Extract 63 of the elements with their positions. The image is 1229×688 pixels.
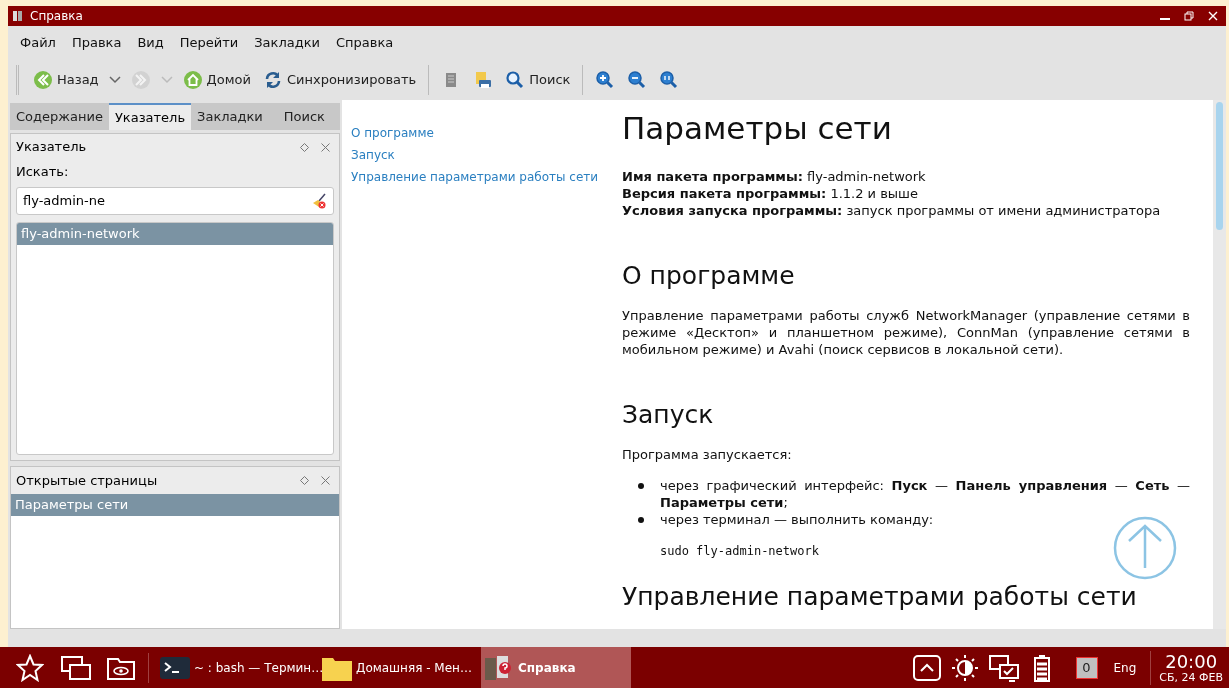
taskbar-window-button[interactable]: Справка <box>481 647 631 688</box>
clock-time[interactable]: 20:00 <box>1165 652 1218 671</box>
clear-icon[interactable] <box>311 192 327 209</box>
back-icon <box>33 70 53 90</box>
tab[interactable]: Закладки <box>191 103 269 130</box>
tab[interactable]: Указатель <box>108 103 192 130</box>
star-icon[interactable] <box>16 653 44 682</box>
scrollbar-thumb[interactable] <box>1216 102 1223 230</box>
zoom-out-icon <box>627 70 648 90</box>
chevron-up-icon[interactable] <box>911 653 942 682</box>
search-icon <box>505 70 526 90</box>
network-icon[interactable] <box>987 653 1020 682</box>
home-button[interactable]: Домой <box>178 65 255 95</box>
menu-item[interactable]: Справка <box>328 33 402 53</box>
code-line: sudo fly-admin-network <box>660 543 820 560</box>
paragraph: Программа запускается: <box>622 446 793 463</box>
window-title: Справка <box>30 8 83 25</box>
page-heading: Параметры сети <box>622 109 893 148</box>
home-icon <box>182 70 203 90</box>
tab[interactable]: Поиск <box>268 103 340 130</box>
menu-item[interactable]: Закладки <box>246 33 328 53</box>
float-icon[interactable] <box>300 142 309 152</box>
maximize-icon[interactable] <box>1184 11 1194 21</box>
toc-link[interactable]: О программе <box>351 124 434 142</box>
section-heading: Запуск <box>622 399 715 431</box>
tab[interactable]: Содержание <box>10 103 109 130</box>
clock-date[interactable]: СБ, 24 ФЕВ <box>1159 671 1223 683</box>
forward-icon <box>130 70 151 90</box>
panel-title: Указатель <box>16 138 87 157</box>
search-button[interactable]: Поиск <box>501 65 575 95</box>
zoom-reset-icon <box>659 70 680 90</box>
toc-link[interactable]: Управление параметрами работы сети <box>351 168 599 186</box>
section-heading: О программе <box>622 260 796 292</box>
brightness-icon[interactable] <box>949 653 980 682</box>
book-icon <box>12 10 24 22</box>
keyboard-layout[interactable]: Eng <box>1113 658 1137 677</box>
menu-item[interactable]: Правка <box>63 33 130 53</box>
menu-item[interactable]: Вид <box>129 33 172 53</box>
dropdown-caret-icon[interactable] <box>106 76 123 84</box>
printer-icon <box>473 70 494 90</box>
battery-icon[interactable] <box>1031 653 1052 682</box>
scrollbar[interactable] <box>1213 100 1226 629</box>
section-heading: Управление параметрами работы сети <box>622 581 1138 613</box>
list-item-text: через терминал — выполнить команду: <box>660 511 935 528</box>
float-icon[interactable] <box>300 476 309 485</box>
list-item-text: через графический интерфейс: Пуск — Панель управления — Сеть — Параметры сети; <box>660 477 1190 511</box>
info-line: Условия запуска программы: запуск программы от имени администратора <box>622 202 1162 219</box>
windows-icon[interactable] <box>60 653 92 682</box>
info-line: Версия пакета программы: 1.1.2 и выше <box>622 185 919 202</box>
back-button[interactable]: Назад <box>29 65 103 95</box>
bullet-icon <box>638 517 644 523</box>
zoom-in-icon <box>595 70 616 90</box>
menu-item[interactable]: Перейти <box>171 33 247 53</box>
panel-title: Открытые страницы <box>16 471 158 490</box>
info-line: Имя пакета программы: fly-admin-network <box>622 168 927 185</box>
search-field[interactable]: fly-admin-ne <box>16 186 334 215</box>
paragraph: Управление параметрами работы служб NetworkManager (управление сетями в режиме «Десктоп» и планшетном режиме), ConnMan (управление сетями в мобильном режиме) и Avahi (поиск сервисов в локальной сети). <box>622 307 1190 358</box>
search-label: Искать: <box>16 163 69 181</box>
menu-item[interactable]: Файл <box>12 33 64 53</box>
toc-link[interactable]: Запуск <box>351 146 395 164</box>
sync-button[interactable]: Синхронизировать <box>258 65 421 95</box>
bullet-icon <box>638 483 644 489</box>
notification-count[interactable]: 0 <box>1075 656 1098 679</box>
